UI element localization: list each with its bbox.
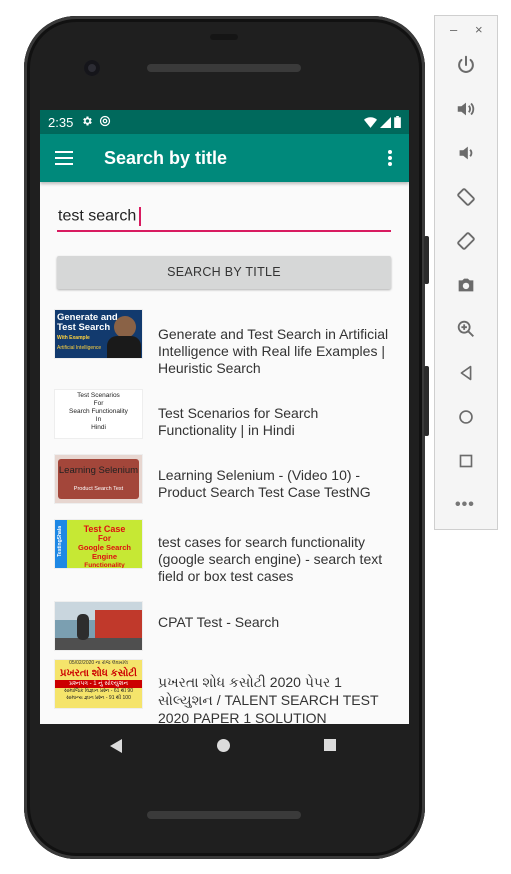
thumbnail-text: Hindi bbox=[91, 424, 106, 431]
rotate-right-icon[interactable] bbox=[452, 230, 480, 258]
thumbnail-text: 05/02/2020 ના રોજ લેવાયેલ bbox=[69, 660, 128, 666]
front-camera bbox=[84, 60, 100, 76]
power-icon[interactable] bbox=[452, 54, 480, 82]
thumbnail-text: Test Search bbox=[57, 322, 111, 333]
top-speaker bbox=[147, 64, 301, 72]
video-thumbnail bbox=[54, 601, 143, 651]
status-time: 2:35 bbox=[48, 114, 74, 130]
page-title: Search by title bbox=[104, 148, 228, 168]
thumbnail-text: પ્રશ્નપત્ર - 1 નું સોલ્યુશન bbox=[55, 680, 142, 688]
sync-notification-icon bbox=[99, 115, 111, 130]
zoom-icon[interactable] bbox=[452, 318, 480, 346]
signal-icon bbox=[380, 116, 391, 128]
back-icon[interactable] bbox=[452, 362, 480, 390]
more-options-icon[interactable]: ••• bbox=[455, 496, 475, 514]
navigation-bar bbox=[40, 724, 409, 766]
phone-screen: 2:35 Search by title test search SEARCH … bbox=[40, 110, 409, 724]
result-title: CPAT Test - Search bbox=[158, 614, 280, 630]
thumbnail-text: Search Functionality bbox=[69, 408, 128, 415]
result-title: Generate and Test Search in Artificial I… bbox=[158, 326, 389, 376]
wifi-icon bbox=[364, 116, 377, 128]
result-title: Learning Selenium - (Video 10) - Product… bbox=[158, 467, 371, 500]
thumbnail-text: Learning Selenium bbox=[58, 465, 139, 476]
nav-home-icon[interactable] bbox=[217, 739, 230, 752]
presenter-image bbox=[107, 336, 141, 358]
thumbnail-text: TestingShala bbox=[57, 526, 63, 557]
rotate-left-icon[interactable] bbox=[452, 186, 480, 214]
video-thumbnail: Generate and Test Search With Example Ar… bbox=[54, 309, 143, 359]
thumbnail-text: In bbox=[95, 416, 102, 423]
thumbnail-text: For bbox=[98, 534, 111, 543]
result-title: test cases for search functionality (goo… bbox=[158, 534, 383, 584]
app-bar: Search by title bbox=[40, 134, 409, 182]
settings-notification-icon bbox=[81, 115, 93, 130]
thumbnail-text: Test Scenarios bbox=[77, 392, 120, 399]
presenter-image bbox=[114, 316, 136, 338]
thumbnail-text: Google Search Engine bbox=[78, 543, 131, 561]
home-icon[interactable] bbox=[452, 406, 480, 434]
power-button bbox=[424, 366, 429, 436]
overflow-menu-icon[interactable] bbox=[388, 150, 392, 168]
earpiece-slot bbox=[210, 34, 238, 40]
minimize-button[interactable]: – bbox=[450, 22, 457, 37]
volume-down-icon[interactable] bbox=[452, 142, 480, 170]
video-thumbnail: Test Scenarios For Search Functionality … bbox=[54, 389, 143, 439]
result-title: Test Scenarios for Search Functionality … bbox=[158, 405, 319, 438]
video-thumbnail: 05/02/2020 ના રોજ લેવાયેલ પ્રખરતા શોધ કસ… bbox=[54, 659, 143, 709]
search-input[interactable]: test search bbox=[57, 206, 391, 232]
battery-icon bbox=[394, 116, 401, 128]
nav-back-icon[interactable] bbox=[110, 739, 122, 753]
emulator-toolbar: – × ••• bbox=[434, 15, 498, 530]
close-button[interactable]: × bbox=[475, 22, 483, 37]
thumbnail-text: Functionality bbox=[84, 562, 125, 569]
status-bar: 2:35 bbox=[40, 110, 409, 134]
video-thumbnail: TestingShala Test Case For Google Search… bbox=[54, 519, 143, 569]
overview-icon[interactable] bbox=[452, 450, 480, 478]
video-thumbnail: Learning Selenium Product Search Test bbox=[54, 454, 143, 504]
thumbnail-text: સામાજિક વિજ્ઞાન પ્રશ્ન - 61 થી 90 bbox=[64, 688, 133, 694]
bottom-speaker bbox=[147, 811, 301, 819]
thumbnail-text: For bbox=[93, 400, 104, 407]
thumbnail-text: Test Case bbox=[83, 524, 126, 534]
text-cursor bbox=[139, 207, 142, 226]
thumbnail-text: Product Search Test bbox=[73, 486, 124, 492]
thumbnail-text: પ્રખરતા શોધ કસોટી bbox=[59, 668, 138, 679]
volume-up-icon[interactable] bbox=[452, 98, 480, 126]
result-title: પ્રખરતા શોધ કસોટી 2020 પેપર 1 સોલ્યુશન /… bbox=[158, 674, 379, 724]
camera-icon[interactable] bbox=[452, 274, 480, 302]
search-input-value: test search bbox=[58, 207, 137, 225]
nav-recents-icon[interactable] bbox=[324, 739, 336, 751]
search-by-title-button[interactable]: SEARCH BY TITLE bbox=[57, 256, 391, 289]
thumbnail-text: સામાન્ય જ્ઞાન પ્રશ્ન - 91 થી 100 bbox=[66, 695, 131, 701]
volume-button bbox=[424, 236, 429, 284]
menu-icon[interactable] bbox=[55, 151, 73, 165]
